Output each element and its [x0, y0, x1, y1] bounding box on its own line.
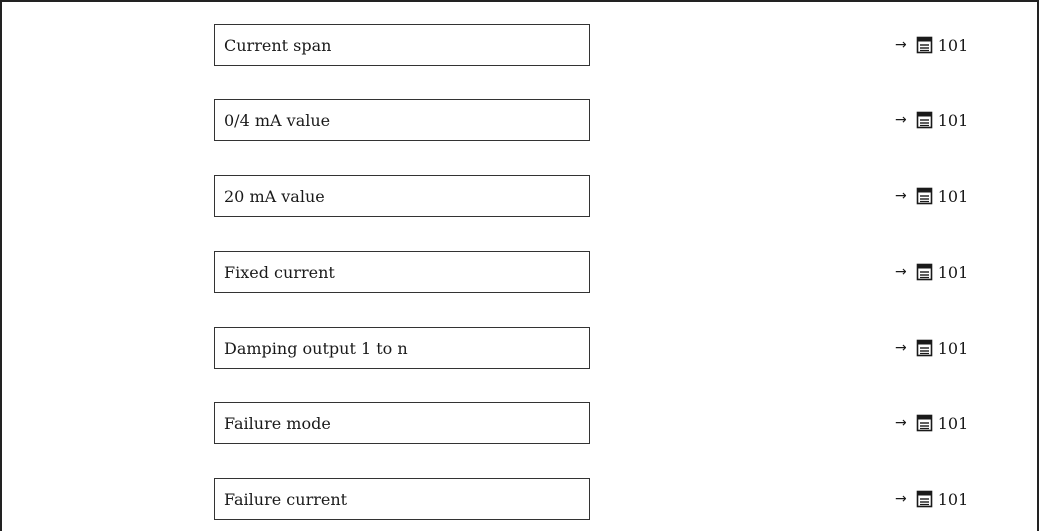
parameter-row: Failure current → 101 [2, 478, 1041, 520]
parameter-box-current-span[interactable]: Current span [214, 24, 590, 66]
page-number: 101 [937, 186, 969, 206]
page-reference-link[interactable]: → 101 [895, 99, 968, 141]
page-reference-icon [916, 263, 933, 281]
parameter-label: 0/4 mA value [224, 110, 331, 130]
page-reference-link[interactable]: → 101 [895, 175, 968, 217]
parameter-box-fixed-current[interactable]: Fixed current [214, 251, 590, 293]
page-reference-link[interactable]: → 101 [895, 251, 968, 293]
page-reference-icon [916, 339, 933, 357]
arrow-right-icon: → [895, 340, 907, 356]
arrow-right-icon: → [895, 188, 907, 204]
page-number: 101 [937, 338, 969, 358]
page-reference-icon [916, 111, 933, 129]
arrow-right-icon: → [895, 112, 907, 128]
page-reference-icon [916, 414, 933, 432]
parameter-label: Failure current [224, 489, 348, 509]
page-reference-icon [916, 187, 933, 205]
page-reference-icon [916, 36, 933, 54]
page-reference-link[interactable]: → 101 [895, 478, 968, 520]
parameter-box-20-ma-value[interactable]: 20 mA value [214, 175, 590, 217]
page-number: 101 [937, 262, 969, 282]
arrow-right-icon: → [895, 37, 907, 53]
page-number: 101 [937, 489, 969, 509]
document-frame: Current span → 101 0/4 mA value → 101 20… [0, 0, 1039, 531]
parameter-row: 0/4 mA value → 101 [2, 99, 1041, 141]
page-reference-link[interactable]: → 101 [895, 402, 968, 444]
parameter-row: 20 mA value → 101 [2, 175, 1041, 217]
parameter-label: Failure mode [224, 413, 331, 433]
parameter-row: Failure mode → 101 [2, 402, 1041, 444]
arrow-right-icon: → [895, 264, 907, 280]
page-reference-link[interactable]: → 101 [895, 24, 968, 66]
parameter-box-failure-mode[interactable]: Failure mode [214, 402, 590, 444]
page-reference-link[interactable]: → 101 [895, 327, 968, 369]
parameter-row: Current span → 101 [2, 24, 1041, 66]
page-number: 101 [937, 413, 969, 433]
page-number: 101 [937, 35, 969, 55]
parameter-label: 20 mA value [224, 186, 325, 206]
parameter-box-failure-current[interactable]: Failure current [214, 478, 590, 520]
page-reference-icon [916, 490, 933, 508]
parameter-label: Damping output 1 to n [224, 338, 408, 358]
parameter-row: Damping output 1 to n → 101 [2, 327, 1041, 369]
arrow-right-icon: → [895, 491, 907, 507]
parameter-label: Fixed current [224, 262, 335, 282]
parameter-label: Current span [224, 35, 332, 55]
page-number: 101 [937, 110, 969, 130]
parameter-box-damping-output[interactable]: Damping output 1 to n [214, 327, 590, 369]
arrow-right-icon: → [895, 415, 907, 431]
parameter-row: Fixed current → 101 [2, 251, 1041, 293]
parameter-box-0-4-ma-value[interactable]: 0/4 mA value [214, 99, 590, 141]
